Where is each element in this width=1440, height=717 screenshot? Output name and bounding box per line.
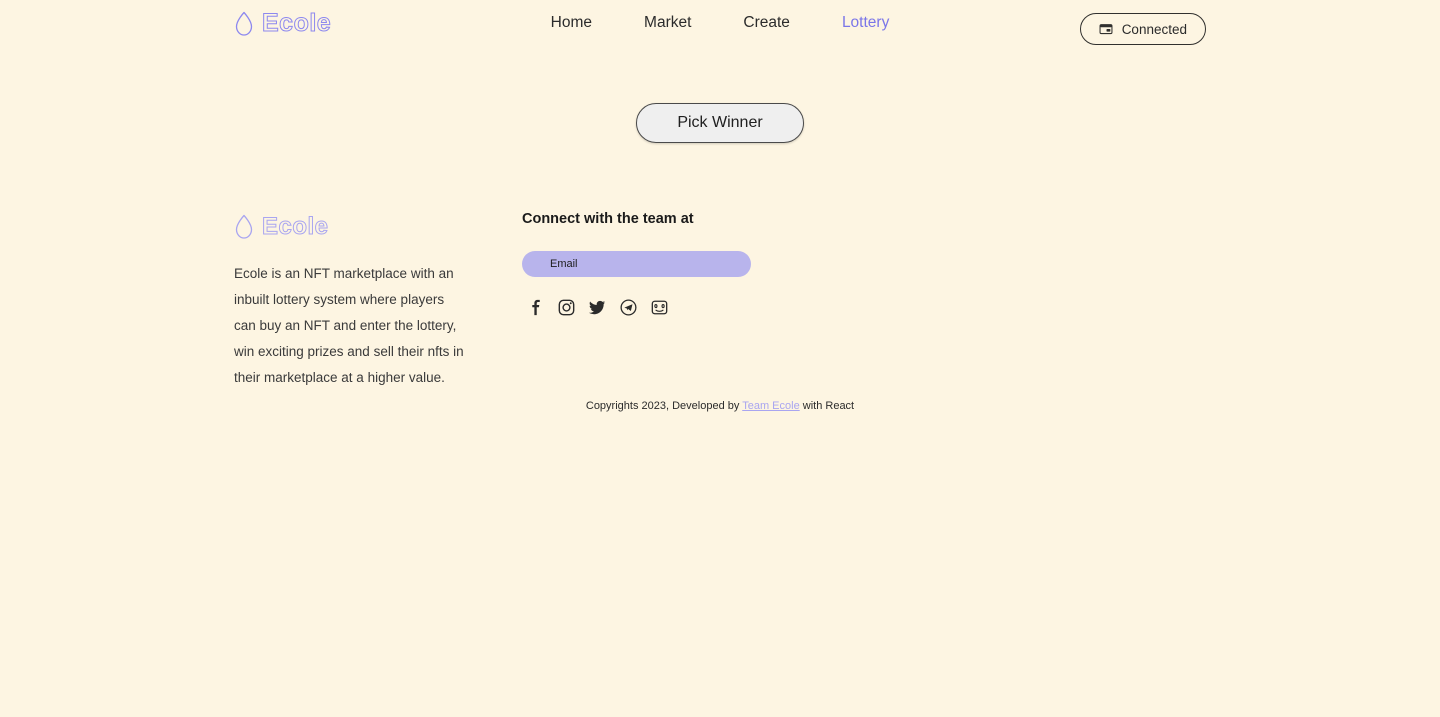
connect-heading: Connect with the team at [522, 211, 694, 227]
twitter-icon[interactable] [589, 299, 606, 316]
main-navigation: Home Market Create Lottery [551, 12, 890, 34]
copyright-suffix: with React [799, 400, 855, 412]
discord-icon[interactable] [651, 299, 668, 316]
nav-item-home[interactable]: Home [551, 12, 592, 34]
instagram-icon[interactable] [558, 299, 575, 316]
footer-brand-logo[interactable]: Ecole [234, 213, 474, 241]
wallet-connected-button[interactable]: Connected [1079, 13, 1206, 45]
droplet-icon [234, 214, 254, 240]
footer-brand-name: Ecole [262, 213, 329, 241]
footer-description: Ecole is an NFT marketplace with an inbu… [234, 266, 464, 385]
pick-winner-button[interactable]: Pick Winner [636, 103, 804, 143]
brand-logo[interactable]: Ecole [234, 9, 331, 38]
site-header: Ecole Home Market Create Lottery Connect… [0, 0, 1440, 55]
facebook-icon[interactable] [527, 299, 544, 316]
footer-connect-column: Connect with the team at [522, 205, 751, 316]
team-ecole-link[interactable]: Team Ecole [742, 400, 799, 412]
copyright-notice: Copyrights 2023, Developed by Team Ecole… [0, 400, 1440, 412]
nav-item-lottery[interactable]: Lottery [842, 12, 889, 34]
telegram-icon[interactable] [620, 299, 637, 316]
wallet-button-label: Connected [1121, 21, 1187, 37]
social-links [522, 299, 751, 316]
copyright-prefix: Copyrights 2023, Developed by [585, 400, 743, 412]
email-input[interactable] [522, 251, 751, 277]
wallet-icon [1099, 22, 1113, 36]
nav-item-market[interactable]: Market [644, 12, 691, 34]
droplet-icon [234, 11, 254, 37]
lottery-main-content: Pick Winner [0, 55, 1440, 205]
brand-name: Ecole [261, 9, 332, 38]
footer-about-column: Ecole Ecole is an NFT marketplace with a… [234, 205, 474, 391]
nav-item-create[interactable]: Create [743, 12, 790, 34]
site-footer: Ecole Ecole is an NFT marketplace with a… [0, 205, 1440, 412]
